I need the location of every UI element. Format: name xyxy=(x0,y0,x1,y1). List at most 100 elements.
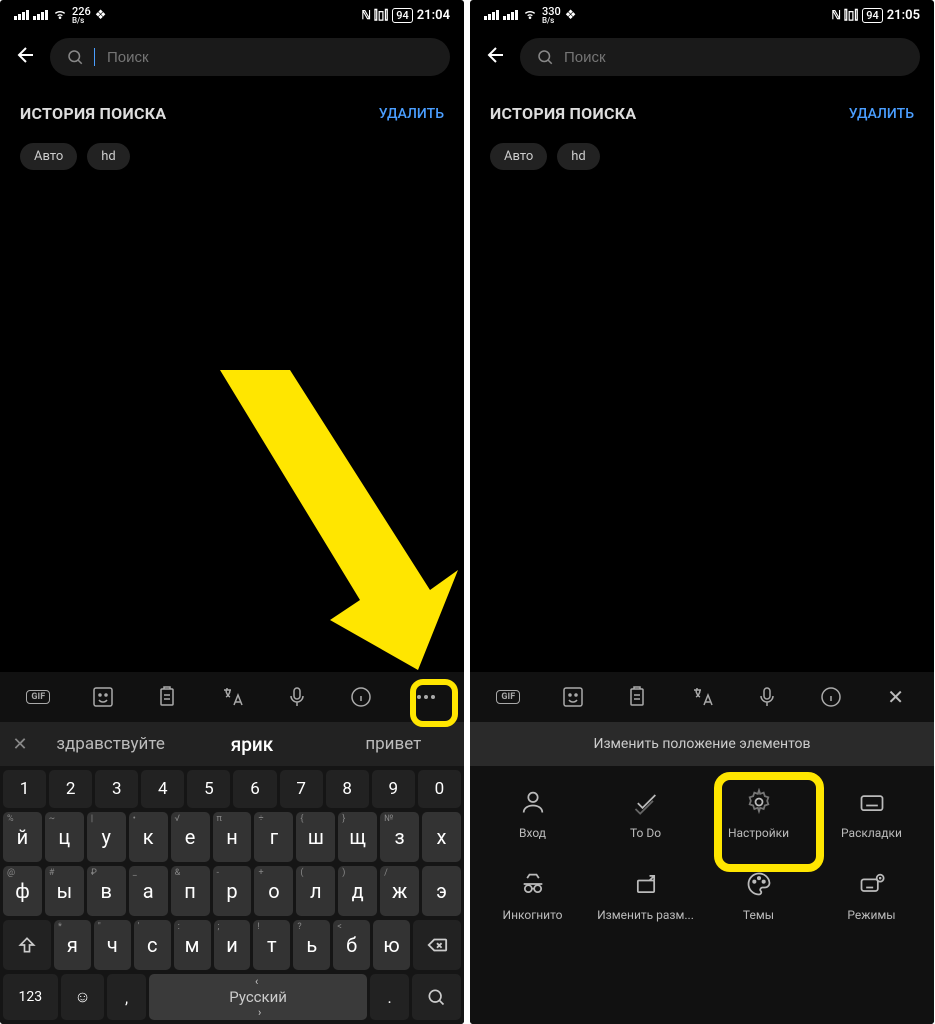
key-у[interactable]: |у xyxy=(87,812,126,862)
key-в[interactable]: ₽в xyxy=(87,866,126,916)
nfc-icon: ℕ ⫿▯⫿ xyxy=(361,8,388,23)
close-button[interactable]: ✕ xyxy=(874,677,918,717)
signal-icon xyxy=(503,10,518,20)
key-ц[interactable]: ~ц xyxy=(45,812,84,862)
signal-icon xyxy=(14,10,29,20)
search-field[interactable] xyxy=(50,38,450,76)
gif-button[interactable]: GIF xyxy=(16,677,60,717)
search-field[interactable] xyxy=(520,38,920,76)
option-settings[interactable]: Настройки xyxy=(702,780,815,848)
battery-icon: 94 xyxy=(392,8,413,23)
key-space[interactable]: ‹Русский› xyxy=(149,974,368,1020)
annotation-highlight xyxy=(410,679,458,727)
key-ж[interactable]: /ж xyxy=(380,866,419,916)
key-ю[interactable]: ю xyxy=(373,920,410,970)
key-comma[interactable]: , xyxy=(107,974,145,1020)
key-5[interactable]: 5 xyxy=(187,770,230,808)
status-bar: 330B/s ❖ ℕ ⫿▯⫿ 94 21:05 xyxy=(470,0,934,30)
key-й[interactable]: %й xyxy=(3,812,42,862)
info-button[interactable] xyxy=(809,677,853,717)
mic-button[interactable] xyxy=(745,677,789,717)
key-backspace[interactable] xyxy=(413,920,461,970)
key-с[interactable]: 'с xyxy=(134,920,171,970)
key-shift[interactable] xyxy=(3,920,51,970)
options-panel: Вход To Do Настройки Раскладки Инкогнито xyxy=(470,766,934,1024)
info-button[interactable] xyxy=(339,677,383,717)
clipboard-button[interactable] xyxy=(145,677,189,717)
history-chip[interactable]: hd xyxy=(557,143,600,170)
key-3[interactable]: 3 xyxy=(95,770,138,808)
key-ч[interactable]: "ч xyxy=(94,920,131,970)
key-я[interactable]: *я xyxy=(54,920,91,970)
net-speed-unit: B/s xyxy=(542,17,561,25)
suggestions-close[interactable]: ✕ xyxy=(0,734,40,755)
key-ы[interactable]: #ы xyxy=(45,866,84,916)
sticker-button[interactable] xyxy=(551,677,595,717)
history-delete-button[interactable]: УДАЛИТЬ xyxy=(379,106,444,122)
key-search[interactable] xyxy=(412,974,461,1020)
key-з[interactable]: №з xyxy=(380,812,419,862)
history-delete-button[interactable]: УДАЛИТЬ xyxy=(849,106,914,122)
option-login[interactable]: Вход xyxy=(476,780,589,848)
clipboard-button[interactable] xyxy=(615,677,659,717)
history-chip[interactable]: Авто xyxy=(490,143,547,170)
suggestion[interactable]: ярик xyxy=(181,733,322,756)
key-и[interactable]: ;и xyxy=(214,920,251,970)
key-ф[interactable]: @ф xyxy=(3,866,42,916)
key-н[interactable]: πн xyxy=(213,812,252,862)
key-е[interactable]: √е xyxy=(171,812,210,862)
key-щ[interactable]: }щ xyxy=(338,812,377,862)
key-э[interactable]: э xyxy=(422,866,461,916)
history-chip[interactable]: hd xyxy=(87,143,130,170)
key-д[interactable]: )д xyxy=(338,866,377,916)
key-а[interactable]: _а xyxy=(129,866,168,916)
key-п[interactable]: &п xyxy=(171,866,210,916)
signal-icon xyxy=(484,10,499,20)
gif-button[interactable]: GIF xyxy=(486,677,530,717)
sticker-button[interactable] xyxy=(81,677,125,717)
search-input[interactable] xyxy=(107,49,434,66)
key-4[interactable]: 4 xyxy=(141,770,184,808)
panel-title: Изменить положение элементов xyxy=(470,722,934,766)
key-о[interactable]: +о xyxy=(254,866,293,916)
option-resize[interactable]: Изменить разм... xyxy=(589,862,702,930)
key-ь[interactable]: ?ь xyxy=(293,920,330,970)
key-1[interactable]: 1 xyxy=(3,770,46,808)
key-6[interactable]: 6 xyxy=(233,770,276,808)
status-bar: 226B/s ❖ ℕ ⫿▯⫿ 94 21:04 xyxy=(0,0,464,30)
check-icon: ❖ xyxy=(565,8,577,23)
key-ш[interactable]: {ш xyxy=(296,812,335,862)
palette-icon xyxy=(745,870,773,898)
key-0[interactable]: 0 xyxy=(418,770,461,808)
option-incognito[interactable]: Инкогнито xyxy=(476,862,589,930)
key-9[interactable]: 9 xyxy=(372,770,415,808)
key-period[interactable]: . xyxy=(370,974,408,1020)
key-7[interactable]: 7 xyxy=(280,770,323,808)
key-8[interactable]: 8 xyxy=(326,770,369,808)
option-layouts[interactable]: Раскладки xyxy=(815,780,928,848)
key-б[interactable]: <б xyxy=(333,920,370,970)
history-chip[interactable]: Авто xyxy=(20,143,77,170)
key-mode[interactable]: 123 xyxy=(3,974,58,1020)
option-todo[interactable]: To Do xyxy=(589,780,702,848)
key-г[interactable]: ÷г xyxy=(254,812,293,862)
option-modes[interactable]: Режимы xyxy=(815,862,928,930)
suggestion[interactable]: здравствуйте xyxy=(40,734,181,754)
key-т[interactable]: !т xyxy=(253,920,290,970)
key-л[interactable]: (л xyxy=(296,866,335,916)
gear-icon xyxy=(745,788,773,816)
key-р[interactable]: -р xyxy=(213,866,252,916)
key-к[interactable]: •к xyxy=(129,812,168,862)
option-themes[interactable]: Темы xyxy=(702,862,815,930)
back-button[interactable] xyxy=(14,43,38,71)
key-х[interactable]: х xyxy=(422,812,461,862)
back-button[interactable] xyxy=(484,43,508,71)
suggestion[interactable]: привет xyxy=(323,734,464,754)
mic-button[interactable] xyxy=(275,677,319,717)
key-emoji[interactable]: ☺ xyxy=(61,974,105,1020)
search-input[interactable] xyxy=(564,49,904,66)
translate-button[interactable] xyxy=(680,677,724,717)
translate-button[interactable] xyxy=(210,677,254,717)
key-2[interactable]: 2 xyxy=(49,770,92,808)
key-м[interactable]: :м xyxy=(174,920,211,970)
